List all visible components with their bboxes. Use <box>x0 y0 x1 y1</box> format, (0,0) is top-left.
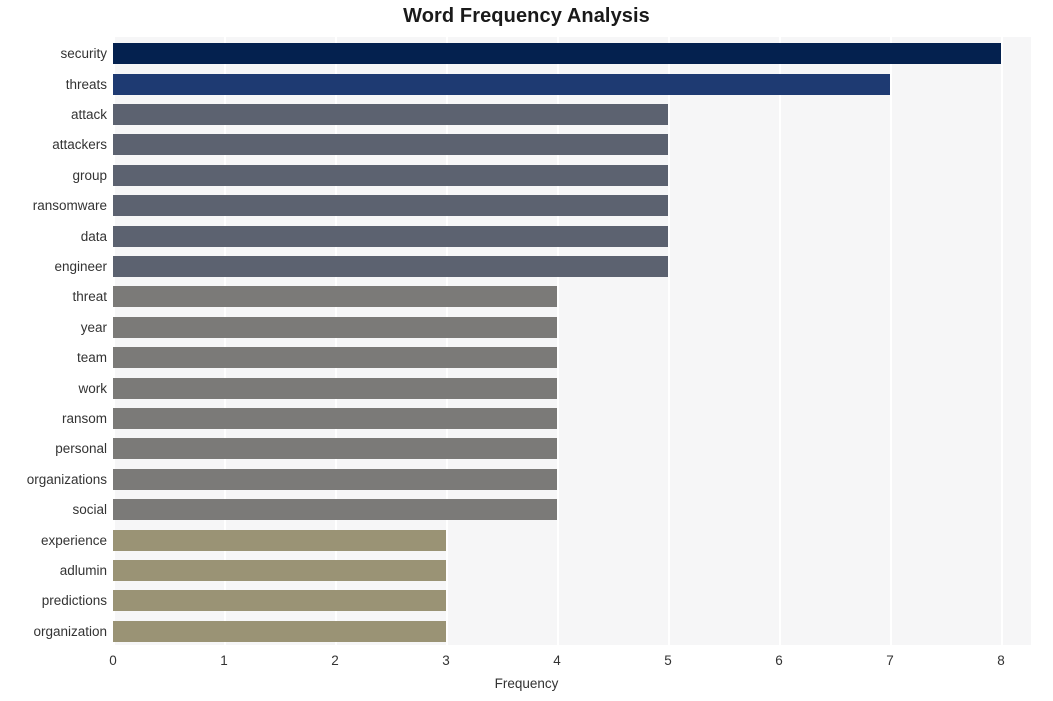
bar <box>113 590 446 612</box>
x-axis-tick-label: 7 <box>886 653 894 668</box>
bar <box>113 286 557 308</box>
x-axis-tick-label: 2 <box>331 653 339 668</box>
x-axis-tick-label: 0 <box>109 653 117 668</box>
y-axis-tick-label: attack <box>70 107 107 122</box>
y-axis-tick-label: security <box>60 46 107 62</box>
y-axis-tick-label: social <box>72 502 107 518</box>
bar <box>113 73 891 95</box>
y-axis-tick-label: predictions <box>41 593 107 609</box>
bar <box>113 347 557 369</box>
y-axis-tick-label: ransom <box>61 411 107 426</box>
word-frequency-chart: Word Frequency Analysis security threats a… <box>0 0 1053 701</box>
bar <box>113 316 557 338</box>
x-axis-tick-label: 3 <box>442 653 450 668</box>
y-axis-tick-label: group <box>72 167 107 183</box>
plot-area <box>113 37 1031 645</box>
bar <box>113 560 446 581</box>
bar <box>113 256 669 277</box>
y-axis-tick-label: engineer <box>54 259 107 274</box>
y-axis-tick-label: threat <box>72 289 107 305</box>
bar-series <box>113 37 1031 645</box>
y-axis-tick-label: attackers <box>52 137 107 153</box>
bar <box>113 438 557 460</box>
y-axis-tick-label: personal <box>55 441 107 457</box>
bar <box>113 377 557 399</box>
y-axis-labels: security threats attack attackers group ranso… <box>0 37 107 645</box>
y-axis-tick-label: experience <box>40 532 107 548</box>
y-axis-tick-label: organizations <box>26 471 107 487</box>
y-axis-tick-label: ransomware <box>32 198 107 214</box>
bar <box>113 134 669 156</box>
bar <box>113 468 557 490</box>
x-axis-title: Frequency <box>494 676 559 691</box>
x-axis: 0 1 2 3 4 5 6 7 8 Frequency <box>0 645 1053 701</box>
y-axis-tick-label: team <box>76 350 107 366</box>
bar <box>113 104 669 125</box>
y-axis-tick-label: threats <box>65 76 107 92</box>
bar <box>113 195 669 217</box>
x-axis-tick-label: 8 <box>997 653 1005 668</box>
y-axis-tick-label: year <box>80 319 107 335</box>
y-axis-tick-label: adlumin <box>59 563 107 578</box>
bar <box>113 43 1002 65</box>
x-axis-tick-label: 5 <box>664 653 672 668</box>
y-axis-tick-label: organization <box>33 623 107 639</box>
bar <box>113 529 446 551</box>
y-axis-tick-label: data <box>80 228 107 244</box>
x-axis-tick-label: 6 <box>775 653 783 668</box>
bar <box>113 164 669 186</box>
bar <box>113 408 557 429</box>
bar <box>113 620 446 642</box>
x-axis-tick-label: 1 <box>220 653 228 668</box>
bar <box>113 499 557 521</box>
bar <box>113 225 669 247</box>
x-axis-tick-label: 4 <box>553 653 561 668</box>
chart-title: Word Frequency Analysis <box>403 5 650 27</box>
y-axis-tick-label: work <box>78 380 107 396</box>
